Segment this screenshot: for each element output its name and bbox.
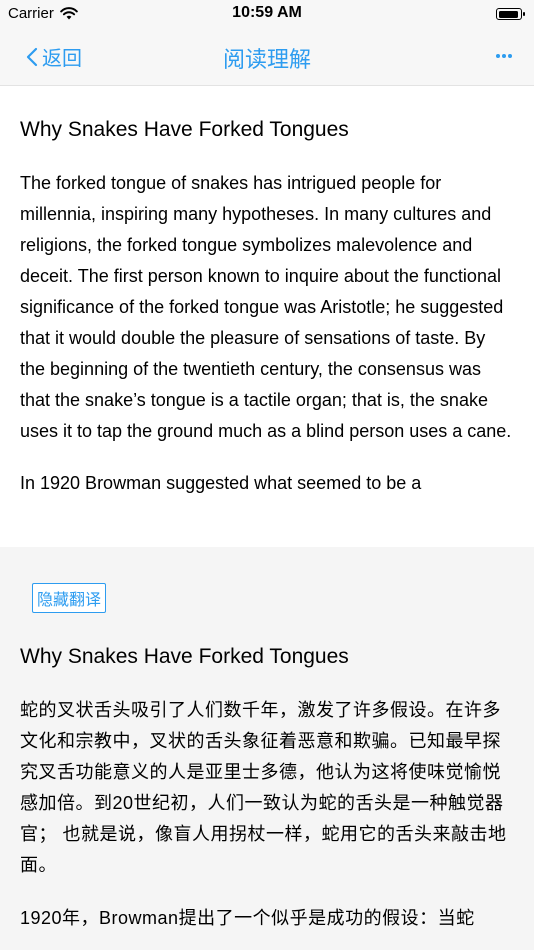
article-section[interactable]: Why Snakes Have Forked Tongues The forke… <box>0 86 534 547</box>
article-paragraph: The forked tongue of snakes has intrigue… <box>20 173 512 441</box>
navigation-bar: 返回 阅读理解 <box>0 28 534 86</box>
translation-section[interactable]: 隐藏翻译 Why Snakes Have Forked Tongues 蛇的叉状… <box>0 547 534 950</box>
status-time: 10:59 AM <box>232 4 302 21</box>
article-paragraph: In 1920 Browman suggested what seemed to… <box>20 473 422 493</box>
translation-paragraph: 蛇的叉状舌头吸引了人们数千年，激发了许多假设。在许多文化和宗教中，叉状的舌头象征… <box>20 700 507 875</box>
status-bar: Carrier 10:59 AM <box>0 0 534 28</box>
more-options-icon[interactable] <box>494 48 514 64</box>
article-title: Why Snakes Have Forked Tongues <box>20 118 349 141</box>
battery-icon <box>496 8 525 20</box>
translation-title: Why Snakes Have Forked Tongues <box>20 645 349 668</box>
hide-translation-button[interactable]: 隐藏翻译 <box>32 583 107 613</box>
page-title: 阅读理解 <box>222 47 311 72</box>
translation-paragraph: 1920年，Browman提出了一个似乎是成功的假设：当蛇 <box>20 908 475 928</box>
